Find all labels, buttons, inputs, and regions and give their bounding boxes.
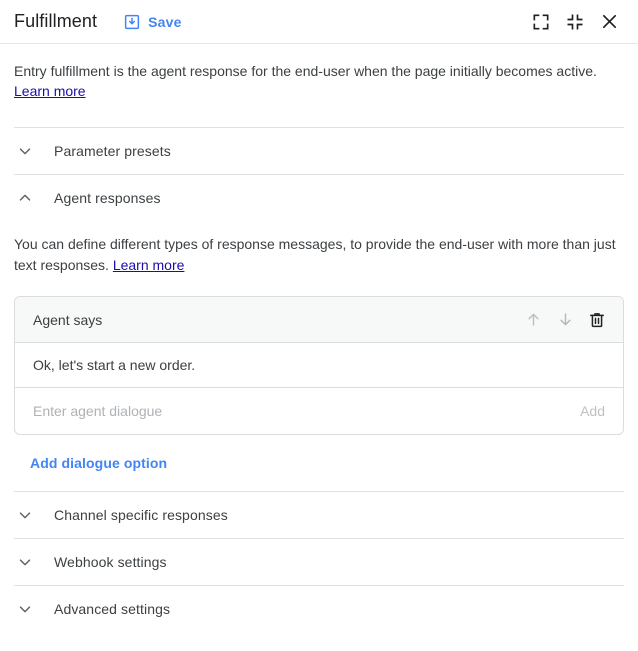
agent-dialogue-input[interactable]	[33, 403, 566, 419]
section-webhook-settings[interactable]: Webhook settings	[14, 539, 624, 585]
chevron-down-icon	[16, 142, 38, 160]
add-dialogue-button[interactable]: Add	[566, 403, 605, 419]
save-button[interactable]: Save	[119, 10, 186, 34]
arrow-up-icon	[524, 310, 543, 329]
expand-button[interactable]	[524, 5, 558, 39]
add-dialogue-option-button[interactable]: Add dialogue option	[14, 435, 167, 491]
close-icon	[599, 11, 620, 32]
collapse-icon	[565, 12, 585, 32]
arrow-down-icon	[556, 310, 575, 329]
intro-text: Entry fulfillment is the agent response …	[14, 63, 597, 79]
dialogue-input-row: Add	[15, 388, 623, 434]
agent-responses-learn-more-link[interactable]: Learn more	[113, 257, 185, 273]
section-parameter-presets[interactable]: Parameter presets	[14, 128, 624, 174]
chevron-up-icon	[16, 189, 38, 207]
dialogue-line[interactable]: Ok, let's start a new order.	[15, 343, 623, 388]
section-channel-specific-responses[interactable]: Channel specific responses	[14, 492, 624, 538]
section-parameter-presets-label: Parameter presets	[54, 143, 171, 159]
move-up-button[interactable]	[517, 304, 549, 336]
section-agent-responses-label: Agent responses	[54, 190, 161, 206]
section-webhook-settings-label: Webhook settings	[54, 554, 167, 570]
intro-spacer	[14, 101, 624, 127]
agent-says-card: Agent says	[14, 296, 624, 435]
agent-says-title: Agent says	[33, 312, 102, 328]
move-down-button[interactable]	[549, 304, 581, 336]
agent-says-card-header: Agent says	[15, 297, 623, 343]
close-button[interactable]	[592, 5, 626, 39]
intro-paragraph: Entry fulfillment is the agent response …	[14, 44, 624, 101]
dialog-titlebar: Fulfillment Save	[0, 0, 638, 44]
delete-response-button[interactable]	[581, 304, 613, 336]
save-icon	[123, 13, 141, 31]
section-channel-specific-responses-label: Channel specific responses	[54, 507, 228, 523]
chevron-down-icon	[16, 506, 38, 524]
dialog-content: Entry fulfillment is the agent response …	[0, 44, 638, 632]
agent-responses-description: You can define different types of respon…	[14, 221, 624, 282]
agent-responses-description-text: You can define different types of respon…	[14, 236, 616, 273]
save-button-label: Save	[148, 14, 182, 30]
section-advanced-settings-label: Advanced settings	[54, 601, 170, 617]
expand-icon	[531, 12, 551, 32]
add-dialogue-option-row: Add dialogue option	[14, 435, 624, 491]
trash-icon	[587, 310, 607, 330]
collapse-button[interactable]	[558, 5, 592, 39]
page-title: Fulfillment	[14, 11, 97, 32]
section-advanced-settings[interactable]: Advanced settings	[14, 586, 624, 632]
chevron-down-icon	[16, 553, 38, 571]
intro-learn-more-link[interactable]: Learn more	[14, 83, 86, 99]
section-agent-responses[interactable]: Agent responses	[14, 175, 624, 221]
chevron-down-icon	[16, 600, 38, 618]
